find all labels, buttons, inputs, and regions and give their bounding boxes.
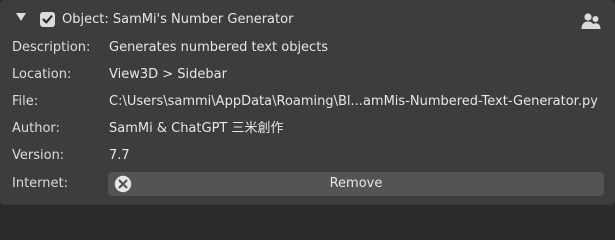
enable-checkbox[interactable] xyxy=(40,12,55,27)
chevron-down-icon[interactable] xyxy=(16,12,26,22)
description-label: Description: xyxy=(12,40,91,55)
remove-button[interactable]: Remove xyxy=(108,172,604,196)
addon-panel: Object: SamMi's Number Generator Descrip… xyxy=(0,0,615,205)
description-value: Generates numbered text objects xyxy=(109,40,329,55)
internet-label: Internet: xyxy=(12,176,68,191)
addon-header: Object: SamMi's Number Generator xyxy=(0,0,615,34)
version-row: Version: 7.7 xyxy=(0,143,615,169)
addon-title: Object: SamMi's Number Generator xyxy=(62,12,294,27)
remove-button-label: Remove xyxy=(329,176,383,191)
description-row: Description: Generates numbered text obj… xyxy=(0,35,615,61)
version-label: Version: xyxy=(12,148,65,163)
file-row: File: C:\Users\sammi\AppData\Roaming\Bl.… xyxy=(0,89,615,115)
location-label: Location: xyxy=(12,67,72,82)
checkmark-icon xyxy=(42,15,53,24)
users-icon xyxy=(581,13,601,29)
author-value: SamMi & ChatGPT 三米創作 xyxy=(109,121,284,136)
file-label: File: xyxy=(12,94,39,109)
author-row: Author: SamMi & ChatGPT 三米創作 xyxy=(0,116,615,142)
version-value: 7.7 xyxy=(109,148,130,163)
author-label: Author: xyxy=(12,121,60,136)
location-value: View3D > Sidebar xyxy=(109,67,227,82)
location-row: Location: View3D > Sidebar xyxy=(0,62,615,88)
file-value: C:\Users\sammi\AppData\Roaming\Bl...amMi… xyxy=(109,94,598,109)
